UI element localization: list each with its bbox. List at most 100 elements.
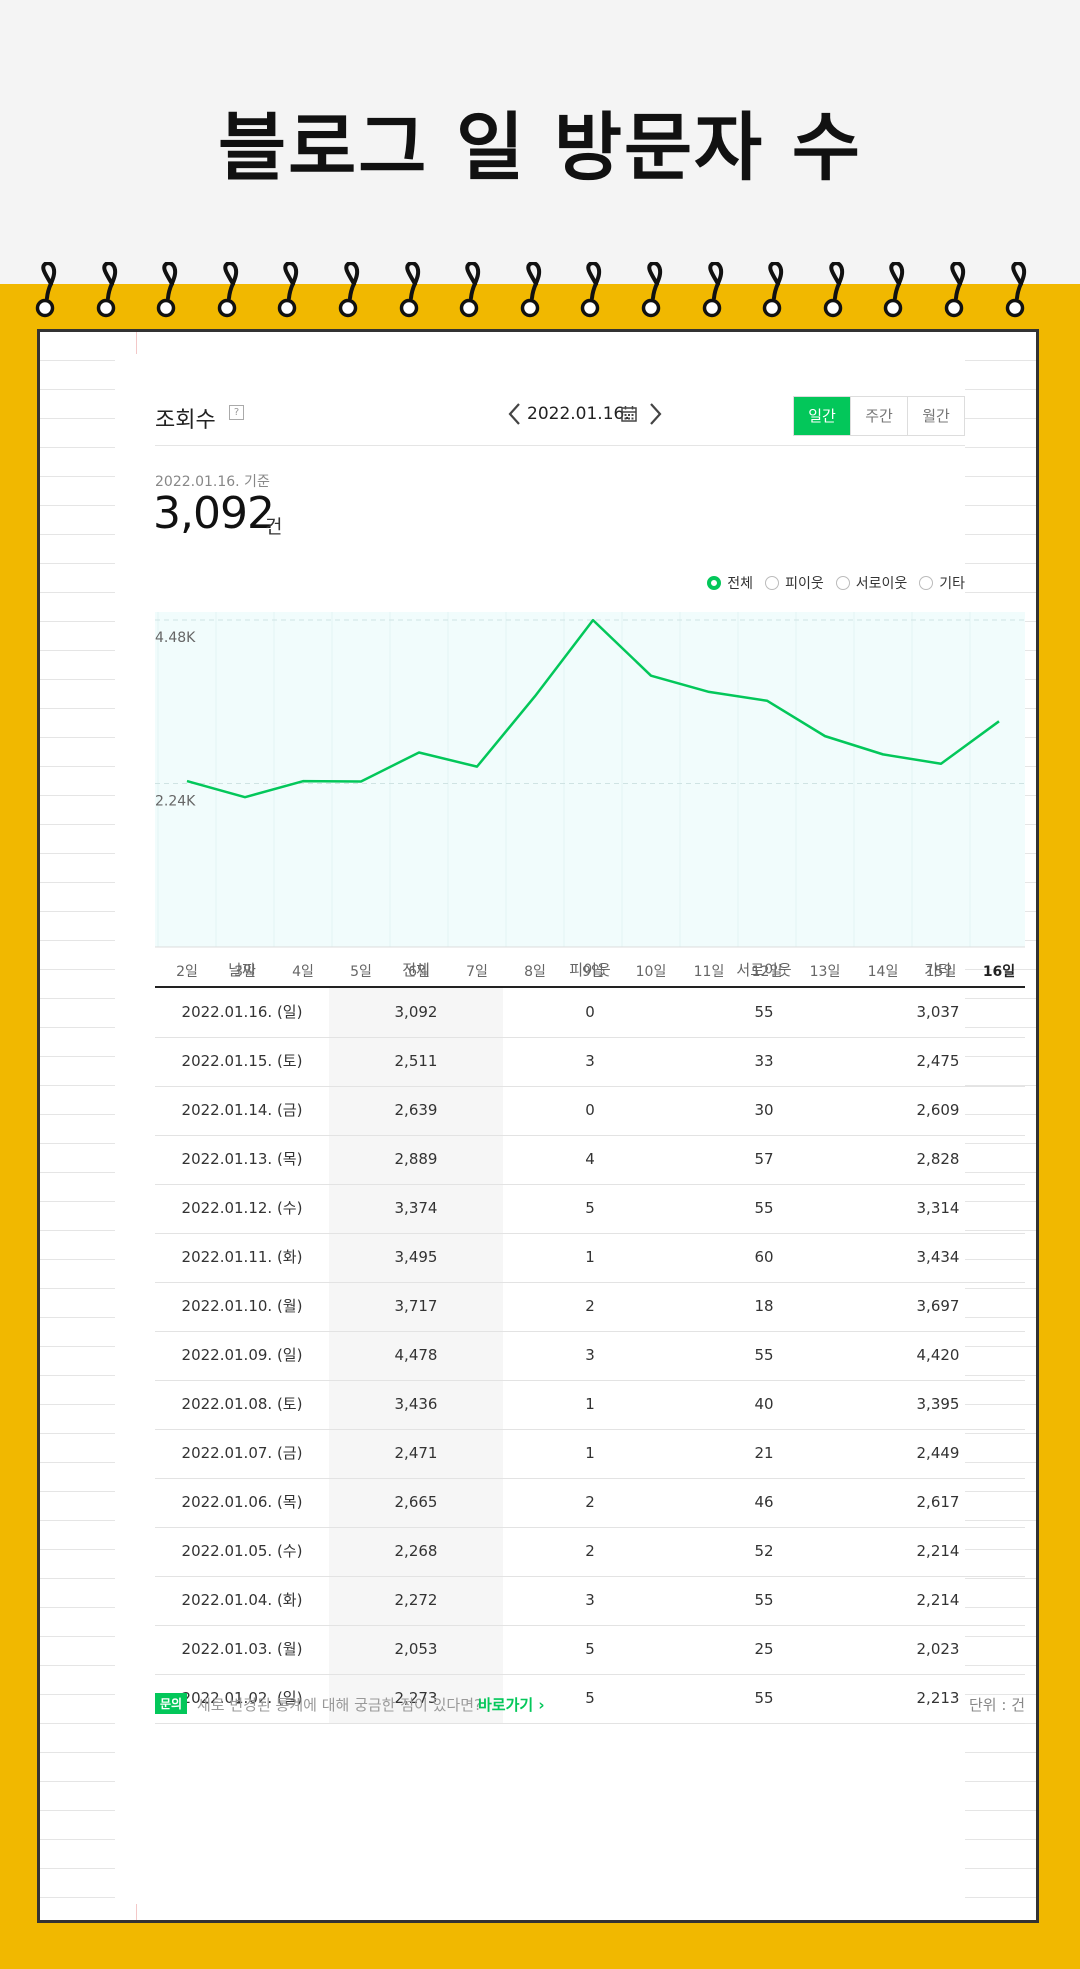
views-line-chart: 4.48K2.24K2일 3일 4일 5일 6일 7일 8일 9일 10일 11일 12일 13일 14…: [155, 612, 1025, 980]
cell-other: 3,395: [916, 1395, 960, 1413]
table-row: 2022.01.08. (토) 3,436 1 40 3,395: [155, 1380, 1025, 1430]
column-header-neighbor: 피이웃: [569, 961, 611, 979]
binding-ring-icon: [641, 262, 663, 318]
binding-ring-icon: [762, 262, 784, 318]
table-header: 날짜 전체 피이웃 서로이웃 기타: [155, 954, 1025, 988]
y-tick-label: 2.24K: [155, 794, 196, 810]
table-row: 2022.01.10. (월) 3,717 2 18 3,697: [155, 1282, 1025, 1332]
cell-neighbor: 5: [585, 1199, 595, 1217]
column-header-mutual: 서로이웃: [736, 961, 792, 979]
table-row: 2022.01.04. (화) 2,272 3 55 2,214: [155, 1576, 1025, 1626]
cell-total: 2,268: [394, 1542, 438, 1560]
radio-icon: [765, 576, 780, 590]
cell-other: 3,037: [916, 1003, 960, 1021]
page-title: 블로그 일 방문자 수: [218, 105, 862, 191]
cell-date: 2022.01.13. (목): [181, 1150, 303, 1168]
plot-area: [155, 612, 1025, 947]
cell-date: 2022.01.06. (목): [181, 1493, 303, 1511]
cell-date: 2022.01.08. (토): [181, 1395, 303, 1413]
binding-ring-icon: [338, 262, 360, 318]
inquiry-link[interactable]: 바로가기 ›: [478, 1694, 545, 1715]
binding-ring-icon: [823, 262, 844, 318]
cell-neighbor: 1: [585, 1395, 595, 1413]
radio-checked-icon: [707, 576, 722, 590]
cell-total: 3,436: [394, 1395, 438, 1413]
notebook-paper: 조회수 ? 2022.01.16. 일간 주간 월간 2022.01.16. 기…: [37, 329, 1039, 1923]
total-views-unit: 건: [265, 516, 283, 538]
previous-date-button[interactable]: [505, 400, 525, 428]
cell-mutual: 55: [754, 1199, 774, 1217]
cell-mutual: 21: [754, 1444, 774, 1462]
binding-ring-icon: [944, 262, 966, 318]
radio-icon: [835, 576, 850, 590]
tab-monthly[interactable]: 월간: [907, 397, 964, 435]
binding-ring-icon: [884, 262, 905, 318]
table-row: 2022.01.16. (일) 3,092 0 55 3,037: [155, 988, 1025, 1038]
tab-daily[interactable]: 일간: [794, 397, 850, 435]
chevron-right-icon: [650, 403, 662, 425]
cell-other: 2,609: [916, 1101, 960, 1119]
cell-mutual: 46: [754, 1493, 774, 1511]
filter-neighbor[interactable]: 피이웃: [765, 573, 824, 593]
series-filter: 전체 피이웃 서로이웃 기타: [695, 573, 965, 593]
binding-ring-icon: [35, 262, 57, 318]
cell-neighbor: 3: [585, 1052, 595, 1070]
cell-neighbor: 3: [585, 1591, 595, 1609]
cell-mutual: 33: [754, 1052, 774, 1070]
period-tabs: 일간 주간 월간: [793, 396, 965, 436]
cell-date: 2022.01.04. (화): [181, 1591, 303, 1609]
cell-neighbor: 0: [585, 1003, 595, 1021]
cell-neighbor: 3: [585, 1346, 595, 1364]
cell-date: 2022.01.12. (수): [181, 1199, 303, 1217]
binding-ring-icon: [581, 262, 602, 318]
cell-total: 2,639: [394, 1101, 438, 1119]
cell-mutual: 18: [754, 1297, 774, 1315]
cell-total: 2,272: [394, 1591, 438, 1609]
calendar-icon[interactable]: [621, 406, 637, 422]
cell-total: 2,511: [394, 1052, 438, 1070]
cell-mutual: 52: [754, 1542, 774, 1560]
next-date-button[interactable]: [645, 400, 665, 428]
cell-total: 3,717: [394, 1297, 438, 1315]
cell-other: 2,214: [916, 1591, 960, 1609]
cell-total: 2,889: [394, 1150, 438, 1168]
filter-mutual-neighbor[interactable]: 서로이웃: [835, 573, 908, 593]
cell-neighbor: 2: [585, 1493, 595, 1511]
cell-total: 3,374: [394, 1199, 438, 1217]
binding-ring-icon: [459, 262, 481, 318]
cell-other: 2,475: [916, 1052, 960, 1070]
filter-all[interactable]: 전체: [707, 573, 753, 593]
current-date: 2022.01.16.: [527, 404, 630, 424]
binding-ring-icon: [399, 262, 420, 318]
cell-mutual: 57: [754, 1150, 774, 1168]
binding-ring-icon: [1005, 262, 1026, 318]
cell-total: 2,665: [394, 1493, 438, 1511]
radio-icon: [919, 576, 934, 590]
tab-weekly[interactable]: 주간: [850, 397, 907, 435]
binding-ring-icon: [278, 262, 299, 318]
cell-date: 2022.01.16. (일): [181, 1003, 303, 1021]
cell-date: 2022.01.03. (월): [181, 1640, 303, 1658]
header-divider: [155, 445, 965, 446]
cell-mutual: 40: [754, 1395, 774, 1413]
cell-total: 3,092: [394, 1003, 438, 1021]
table-row: 2022.01.15. (토) 2,511 3 33 2,475: [155, 1037, 1025, 1087]
cell-other: 2,617: [916, 1493, 960, 1511]
unit-text: 단위 : 건: [969, 1696, 1025, 1714]
help-icon[interactable]: ?: [229, 405, 244, 420]
cell-total: 4,478: [394, 1346, 438, 1364]
binding-ring-icon: [156, 262, 178, 318]
table-row: 2022.01.12. (수) 3,374 5 55 3,314: [155, 1184, 1025, 1234]
y-tick-label: 4.48K: [155, 630, 196, 646]
table-row: 2022.01.05. (수) 2,268 2 52 2,214: [155, 1527, 1025, 1577]
chevron-left-icon: [508, 403, 520, 425]
inquiry-badge: 문의: [155, 1693, 188, 1714]
inquiry-text: 새로 변경된 통계에 대해 궁금한 점이 있다면?: [197, 1696, 482, 1714]
cell-mutual: 30: [754, 1101, 774, 1119]
binding-ring-icon: [702, 262, 723, 318]
filter-label: 기타: [939, 576, 965, 592]
table-row: 2022.01.13. (목) 2,889 4 57 2,828: [155, 1135, 1025, 1185]
filter-label: 서로이웃: [855, 576, 908, 592]
filter-other[interactable]: 기타: [919, 573, 965, 593]
cell-other: 3,314: [916, 1199, 960, 1217]
